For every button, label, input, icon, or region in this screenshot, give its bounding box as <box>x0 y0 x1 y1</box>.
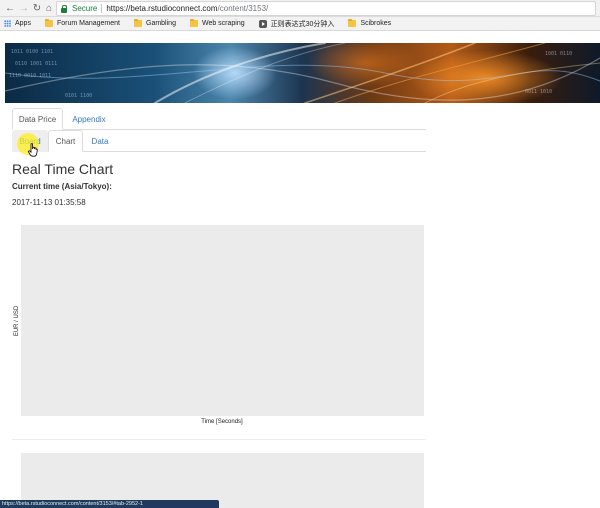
bookmark-apps[interactable]: Apps <box>4 20 31 27</box>
svg-text:0101 1100: 0101 1100 <box>65 93 92 99</box>
secure-label: Secure <box>72 4 98 13</box>
url-host: https://beta.rstudioconnect.com <box>106 4 218 13</box>
browser-status-url: https://beta.rstudioconnect.com/content/… <box>0 500 219 508</box>
bookmarks-bar: Apps Forum Management Gambling Web scrap… <box>0 17 600 31</box>
home-icon[interactable]: ⌂ <box>43 2 55 14</box>
url-separator <box>101 4 103 13</box>
back-arrow-icon[interactable]: ← <box>4 2 16 14</box>
bookmark-gambling[interactable]: Gambling <box>134 19 176 27</box>
bookmark-label: 正则表达式30分钟入 <box>270 20 335 28</box>
bookmark-label: Gambling <box>146 20 176 27</box>
reload-icon[interactable]: ↻ <box>31 2 43 14</box>
bookmark-label: Web scraping <box>201 20 245 27</box>
bookmark-label: Apps <box>15 20 31 27</box>
chart-y-axis-label: EUR / USD <box>14 305 20 337</box>
banner-light-streaks: 1011 0100 1101 0110 1001 0111 1110 0010 … <box>5 43 600 103</box>
lock-icon <box>61 4 68 13</box>
folder-icon <box>348 19 357 27</box>
bookmark-forum-management[interactable]: Forum Management <box>44 19 120 27</box>
url-field[interactable]: Secure https://beta.rstudioconnect.com/c… <box>56 1 596 16</box>
bookmark-scibrokes[interactable]: Scibrokes <box>348 19 392 27</box>
hand-pointer-icon <box>28 143 38 157</box>
page-title: Real Time Chart <box>12 161 114 177</box>
svg-text:1011 0100 1101: 1011 0100 1101 <box>11 49 53 55</box>
section-divider <box>12 439 426 440</box>
sub-tab-bar: Board Chart Data <box>12 130 426 152</box>
forward-arrow-icon[interactable]: → <box>18 2 30 14</box>
svg-text:0011 1010: 0011 1010 <box>525 89 552 95</box>
current-time-value: 2017-11-13 01:35:58 <box>12 198 86 207</box>
apps-grid-icon <box>4 20 11 27</box>
tab-chart[interactable]: Chart <box>48 130 83 152</box>
url-path: /content/3153/ <box>217 4 269 13</box>
svg-text:1001 0110: 1001 0110 <box>545 51 572 57</box>
top-tab-bar: Data Price Appendix <box>12 108 426 130</box>
folder-icon <box>44 19 53 27</box>
folder-icon <box>134 19 142 27</box>
tab-data[interactable]: Data <box>83 130 117 152</box>
folder-icon <box>189 19 198 27</box>
realtime-chart-plot-area <box>21 225 424 416</box>
current-time-label: Current time (Asia/Tokyo): <box>12 182 112 191</box>
bookmark-regex[interactable]: 正则表达式30分钟入 <box>258 19 335 29</box>
tab-data-price[interactable]: Data Price <box>12 108 63 130</box>
video-icon <box>258 19 267 28</box>
svg-text:0110 1001 0111: 0110 1001 0111 <box>15 61 57 67</box>
browser-address-bar: ← → ↻ ⌂ Secure https://beta.rstudioconne… <box>0 0 600 17</box>
bookmark-web-scraping[interactable]: Web scraping <box>189 19 245 27</box>
svg-text:1110 0010 1011: 1110 0010 1011 <box>9 73 51 79</box>
bookmark-label: Forum Management <box>56 20 120 27</box>
header-banner-image: 1011 0100 1101 0110 1001 0111 1110 0010 … <box>5 43 600 103</box>
tab-appendix[interactable]: Appendix <box>64 108 114 130</box>
bookmark-label: Scibrokes <box>360 20 392 27</box>
chart-x-axis-label: Time [Seconds] <box>201 419 243 425</box>
